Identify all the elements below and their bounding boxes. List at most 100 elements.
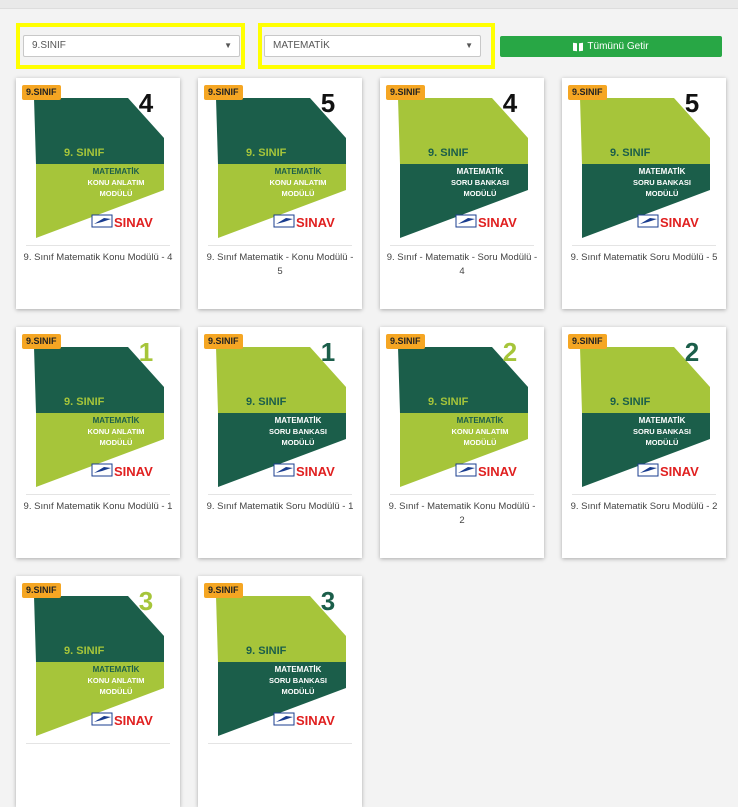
class-badge: 9.SINIF [568,334,607,349]
module-number: 5 [685,88,699,118]
module-number: 1 [139,337,153,367]
brand-name: SINAV [478,464,517,479]
card-divider [26,494,170,495]
module-cover-image: 2 9. SINIF MATEMATİK KONU ANLATIM MODÜLÜ SINA… [380,327,544,492]
module-card[interactable]: 5 9. SINIF MATEMATİK SORU BANKASI MODÜLÜ SINA… [562,78,726,309]
module-cover-image: 1 9. SINIF MATEMATİK KONU ANLATIM MODÜLÜ SINA… [16,327,180,492]
card-divider [572,245,716,246]
cover-subject: MATEMATİK [639,416,686,425]
module-title[interactable]: 9. Sınıf Matematik Konu Modülü - 4 [22,251,174,265]
module-title[interactable]: 9. Sınıf Matematik Konu Modülü - 1 [22,500,174,514]
class-badge: 9.SINIF [386,334,425,349]
module-number: 1 [321,337,335,367]
module-number: 5 [321,88,335,118]
brand-name: SINAV [114,464,153,479]
module-title[interactable]: 9. Sınıf Matematik - Konu Modülü - 5 [204,251,356,279]
module-number: 4 [503,88,518,118]
cover-grade: 9. SINIF [246,147,287,159]
brand-name: SINAV [114,215,153,230]
brand-name: SINAV [296,713,335,728]
module-card[interactable]: 3 9. SINIF MATEMATİK KONU ANLATIM MODÜLÜ SINA… [16,576,180,807]
cover-line2: MODÜLÜ [282,687,315,696]
chevron-down-icon: ▼ [224,41,232,50]
cover-line1: SORU BANKASI [451,178,509,187]
cover-line1: SORU BANKASI [633,178,691,187]
module-card[interactable]: 1 9. SINIF MATEMATİK SORU BANKASI MODÜLÜ SINA… [198,327,362,558]
fetch-all-label: Tümünü Getir [587,41,649,52]
module-title[interactable]: 9. Sınıf Matematik Soru Modülü - 1 [204,500,356,514]
cover-line1: KONU ANLATIM [451,427,508,436]
class-badge: 9.SINIF [22,334,61,349]
class-badge: 9.SINIF [204,334,243,349]
cover-line2: MODÜLÜ [646,438,679,447]
module-number: 2 [685,337,699,367]
module-title[interactable]: 9. Sınıf Matematik Soru Modülü - 2 [568,500,720,514]
module-card[interactable]: 2 9. SINIF MATEMATİK SORU BANKASI MODÜLÜ SINA… [562,327,726,558]
class-badge: 9.SINIF [22,583,61,598]
cover-line1: SORU BANKASI [269,676,327,685]
card-divider [26,245,170,246]
cover-line2: MODÜLÜ [100,189,133,198]
brand-name: SINAV [296,464,335,479]
module-cover-image: 5 9. SINIF MATEMATİK KONU ANLATIM MODÜLÜ SINA… [198,78,362,243]
class-badge: 9.SINIF [386,85,425,100]
cover-grade: 9. SINIF [428,147,469,159]
cover-line1: KONU ANLATIM [87,178,144,187]
module-title[interactable]: 9. Sınıf Matematik Soru Modülü - 5 [568,251,720,265]
cover-line2: MODÜLÜ [282,189,315,198]
cover-line1: KONU ANLATIM [87,676,144,685]
class-select[interactable]: 9.SINIF ▼ [23,35,240,57]
module-number: 4 [139,88,154,118]
module-title[interactable]: 9. Sınıf - Matematik Konu Modülü - 2 [386,500,538,528]
card-divider [208,743,352,744]
module-number: 3 [321,586,335,616]
cover-subject: MATEMATİK [275,416,322,425]
module-card[interactable]: 1 9. SINIF MATEMATİK KONU ANLATIM MODÜLÜ SINA… [16,327,180,558]
brand-name: SINAV [478,215,517,230]
module-cover-image: 5 9. SINIF MATEMATİK SORU BANKASI MODÜLÜ SINA… [562,78,726,243]
module-card[interactable]: 3 9. SINIF MATEMATİK SORU BANKASI MODÜLÜ SINA… [198,576,362,807]
cover-subject: MATEMATİK [93,167,140,176]
module-number: 3 [139,586,153,616]
cover-line1: SORU BANKASI [269,427,327,436]
cover-line1: KONU ANLATIM [87,427,144,436]
brand-name: SINAV [660,464,699,479]
module-card[interactable]: 4 9. SINIF MATEMATİK KONU ANLATIM MODÜLÜ SINA… [16,78,180,309]
class-badge: 9.SINIF [568,85,607,100]
cover-line2: MODÜLÜ [282,438,315,447]
cover-subject: MATEMATİK [275,665,322,674]
cover-line2: MODÜLÜ [464,438,497,447]
cover-line2: MODÜLÜ [464,189,497,198]
class-select-value: 9.SINIF [32,40,66,51]
module-number: 2 [503,337,517,367]
cover-subject: MATEMATİK [93,416,140,425]
cover-grade: 9. SINIF [610,147,651,159]
cover-subject: MATEMATİK [93,665,140,674]
cover-line2: MODÜLÜ [100,438,133,447]
fetch-all-button[interactable]: Tümünü Getir [500,36,722,57]
card-divider [572,494,716,495]
cover-grade: 9. SINIF [64,645,105,657]
cover-grade: 9. SINIF [64,147,105,159]
cover-grade: 9. SINIF [428,396,469,408]
module-cover-image: 3 9. SINIF MATEMATİK KONU ANLATIM MODÜLÜ SINA… [16,576,180,741]
cover-line2: MODÜLÜ [646,189,679,198]
cover-subject: MATEMATİK [457,416,504,425]
cover-line1: SORU BANKASI [633,427,691,436]
class-badge: 9.SINIF [204,583,243,598]
subject-select[interactable]: MATEMATİK ▼ [264,35,481,57]
card-divider [390,245,534,246]
cover-subject: MATEMATİK [275,167,322,176]
module-cover-image: 4 9. SINIF MATEMATİK KONU ANLATIM MODÜLÜ SINA… [16,78,180,243]
module-card[interactable]: 2 9. SINIF MATEMATİK KONU ANLATIM MODÜLÜ SINA… [380,327,544,558]
cover-grade: 9. SINIF [246,645,287,657]
cover-grade: 9. SINIF [64,396,105,408]
module-card[interactable]: 5 9. SINIF MATEMATİK KONU ANLATIM MODÜLÜ SINA… [198,78,362,309]
cover-subject: MATEMATİK [457,167,504,176]
module-card[interactable]: 4 9. SINIF MATEMATİK SORU BANKASI MODÜLÜ SINA… [380,78,544,309]
module-cover-image: 3 9. SINIF MATEMATİK SORU BANKASI MODÜLÜ SINA… [198,576,362,741]
module-cover-image: 2 9. SINIF MATEMATİK SORU BANKASI MODÜLÜ SINA… [562,327,726,492]
cover-line2: MODÜLÜ [100,687,133,696]
book-icon [573,43,583,51]
module-title[interactable]: 9. Sınıf - Matematik - Soru Modülü - 4 [386,251,538,279]
